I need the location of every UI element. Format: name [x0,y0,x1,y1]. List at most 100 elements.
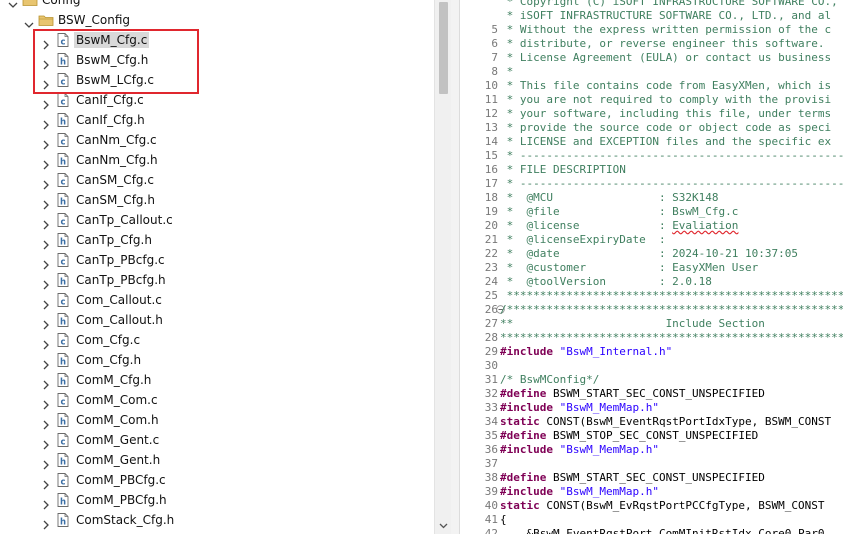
code-token: * @toolVersion : 2.0.18 [500,275,712,288]
code-line[interactable]: 11 * you are not required to comply with… [460,93,843,107]
code-line[interactable]: 30 [460,359,843,373]
chevron-right-icon[interactable] [41,255,51,270]
tree-vertical-scrollbar[interactable] [434,0,451,534]
code-line[interactable]: 34 static CONST(BswM_EventRqstPortIdxType… [460,415,843,429]
chevron-right-icon[interactable] [41,335,51,350]
tree-file-item[interactable]: h ComM_Cfg.h [0,370,434,390]
chevron-right-icon[interactable] [41,215,51,230]
code-line[interactable]: 20 * @license : Evaliation [460,219,843,233]
code-line[interactable]: 28 **************************************… [460,331,843,345]
tree-file-item[interactable]: c CanSM_Cfg.c [0,170,434,190]
tree-folder[interactable]: BSW_Config [0,10,434,30]
svg-text:h: h [60,418,66,428]
tree-file-item[interactable]: h CanNm_Cfg.h [0,150,434,170]
code-line[interactable]: 8 * [460,65,843,79]
code-line[interactable]: 39 #include "BswM_MemMap.h" [460,485,843,499]
code-line[interactable]: 37 [460,457,843,471]
code-line[interactable]: 42 &BswM_EventRqstPort_ComMInitRstIdx_Co… [460,527,843,534]
code-line[interactable]: 6 * distribute, or reverse engineer this… [460,37,843,51]
code-line[interactable]: 5 * Without the express written permissi… [460,23,843,37]
chevron-down-icon[interactable] [8,0,18,8]
tree-file-item[interactable]: c BswM_LCfg.c [0,70,434,90]
code-line[interactable]: 15 * -----------------------------------… [460,149,843,163]
tree-file-item[interactable]: c ComM_Com.c [0,390,434,410]
code-line[interactable]: 19 * @file : BswM_Cfg.c [460,205,843,219]
tree-file-item[interactable]: h CanTp_Cfg.h [0,230,434,250]
tree-file-item[interactable]: h Com_Callout.h [0,310,434,330]
code-line[interactable]: 31/* BswMConfig*/ [460,373,843,387]
code-line[interactable]: 23 * @customer : EasyXMen User [460,261,843,275]
chevron-right-icon[interactable] [41,175,51,190]
code-line[interactable]: 25 *************************************… [460,289,843,303]
chevron-right-icon[interactable] [41,115,51,130]
chevron-right-icon[interactable] [41,95,51,110]
chevron-right-icon[interactable] [41,195,51,210]
chevron-right-icon[interactable] [41,515,51,530]
pane-divider[interactable] [451,0,460,534]
code-line[interactable]: 18 * @MCU : S32K148 [460,191,843,205]
code-line[interactable]: 40 static CONST(BswM_EvRqstPortPCCfgType,… [460,499,843,513]
tree-file-item[interactable]: c Com_Cfg.c [0,330,434,350]
code-line[interactable]: 35 #define BSWM_STOP_SEC_CONST_UNSPECIFIE… [460,429,843,443]
code-line[interactable]: * iSOFT INFRASTRUCTURE SOFTWARE CO., LTD… [460,9,843,23]
tree-file-item[interactable]: c CanTp_PBcfg.c [0,250,434,270]
scroll-down-arrow-icon[interactable] [435,517,452,534]
tree-file-item[interactable]: h Com_Cfg.h [0,350,434,370]
code-line[interactable]: 14 * LICENSE and EXCEPTION files and the… [460,135,843,149]
chevron-right-icon[interactable] [41,475,51,490]
chevron-right-icon[interactable] [41,435,51,450]
code-editor[interactable]: * Copyright (C) iSOFT INFRASTRUCTURE SOF… [460,0,843,534]
chevron-right-icon[interactable] [41,35,51,50]
chevron-right-icon[interactable] [41,395,51,410]
chevron-right-icon[interactable] [41,75,51,90]
tree-file-item[interactable]: c CanTp_Callout.c [0,210,434,230]
chevron-right-icon[interactable] [41,355,51,370]
tree-folder[interactable]: Config [0,0,434,10]
chevron-right-icon[interactable] [41,235,51,250]
chevron-right-icon[interactable] [41,455,51,470]
chevron-right-icon[interactable] [41,275,51,290]
code-line[interactable]: 24 * @toolVersion : 2.0.18 [460,275,843,289]
code-line[interactable]: 10 * This file contains code from EasyXM… [460,79,843,93]
chevron-right-icon[interactable] [41,55,51,70]
chevron-right-icon[interactable] [41,315,51,330]
tree-file-item[interactable]: c ComM_Gent.c [0,430,434,450]
code-line[interactable]: 36 #include "BswM_MemMap.h" [460,443,843,457]
code-line[interactable]: 16 * FILE DESCRIPTION [460,163,843,177]
tree-file-item[interactable]: c CanNm_Cfg.c [0,130,434,150]
code-line[interactable]: 22 * @date : 2024-10-21 10:37:05 [460,247,843,261]
tree-file-item[interactable]: c BswM_Cfg.c [0,30,434,50]
code-line[interactable]: 13 * provide the source code or object c… [460,121,843,135]
chevron-right-icon[interactable] [41,495,51,510]
chevron-right-icon[interactable] [41,295,51,310]
code-line[interactable]: 7 * License Agreement (EULA) or contact … [460,51,843,65]
tree-file-item[interactable]: h CanIf_Cfg.h [0,110,434,130]
code-line[interactable]: 33 #include "BswM_MemMap.h" [460,401,843,415]
code-line[interactable]: 17 * -----------------------------------… [460,177,843,191]
code-line[interactable]: 41{ [460,513,843,527]
tree-file-item[interactable]: h CanTp_PBcfg.h [0,270,434,290]
code-line[interactable]: 26/*************************************… [460,303,843,317]
chevron-right-icon[interactable] [41,375,51,390]
tree-file-item[interactable]: h ComM_Com.h [0,410,434,430]
code-line[interactable]: 29 #include "BswM_Internal.h" [460,345,843,359]
tree-file-item[interactable]: h ComM_PBCfg.h [0,490,434,510]
chevron-right-icon[interactable] [41,135,51,150]
tree-file-item[interactable]: h ComM_Gent.h [0,450,434,470]
tree-file-item[interactable]: h CanSM_Cfg.h [0,190,434,210]
code-line[interactable]: 32 #define BSWM_START_SEC_CONST_UNSPECIFI… [460,387,843,401]
tree-file-item[interactable]: c ComM_PBCfg.c [0,470,434,490]
code-line[interactable]: * Copyright (C) iSOFT INFRASTRUCTURE SOF… [460,0,843,9]
code-line[interactable]: 12 * your software, including this file,… [460,107,843,121]
tree-scroll-thumb[interactable] [439,2,448,94]
code-line[interactable]: 21 * @licenseExpiryDate : [460,233,843,247]
chevron-down-icon[interactable] [24,15,34,28]
code-line[interactable]: 38 #define BSWM_START_SEC_CONST_UNSPECIFI… [460,471,843,485]
tree-file-item[interactable]: h ComStack_Cfg.h [0,510,434,530]
tree-file-item[interactable]: h BswM_Cfg.h [0,50,434,70]
tree-file-item[interactable]: c CanIf_Cfg.c [0,90,434,110]
chevron-right-icon[interactable] [41,155,51,170]
tree-file-item[interactable]: c Com_Callout.c [0,290,434,310]
chevron-right-icon[interactable] [41,415,51,430]
code-line[interactable]: 27 ** Include Section [460,317,843,331]
